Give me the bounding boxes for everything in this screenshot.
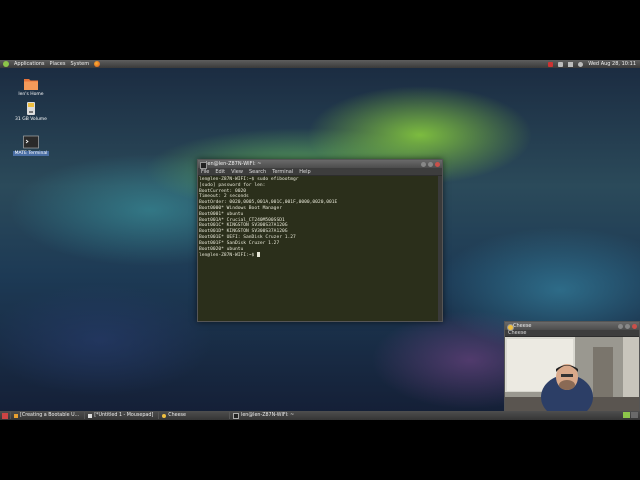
taskbar-item-mousepad[interactable]: [*Untitled 1 - Mousepad] (84, 412, 156, 419)
menu-edit[interactable]: Edit (215, 169, 225, 175)
taskbar-item-cheese[interactable]: Cheese (158, 412, 189, 419)
menu-view[interactable]: View (231, 169, 243, 175)
terminal-icon (23, 135, 39, 150)
panel-clock[interactable]: Wed Aug 28, 10:11 (588, 61, 636, 67)
close-button[interactable] (435, 161, 440, 167)
editor-icon (88, 413, 93, 418)
cheese-menu[interactable]: Cheese (505, 330, 639, 336)
workspace-switcher[interactable] (623, 412, 638, 418)
menu-search[interactable]: Search (249, 169, 266, 175)
terminal-output[interactable]: len@len-Z87N-WIFI:~$ sudo efibootmgr [su… (198, 176, 442, 321)
terminal-icon (233, 412, 240, 419)
bottom-panel: [Creating a Bootable U... [*Untitled 1 -… (0, 411, 640, 420)
show-desktop-icon[interactable] (2, 412, 8, 419)
menu-applications[interactable]: Applications (14, 60, 45, 68)
maximize-button[interactable] (625, 323, 630, 329)
workspace-2[interactable] (631, 412, 638, 418)
terminal-scrollbar[interactable] (438, 176, 442, 321)
menu-places[interactable]: Places (50, 60, 66, 68)
taskbar-item-terminal[interactable]: len@len-Z87N-WIFI: ~ (229, 412, 297, 419)
taskbar-item-label: Cheese (168, 413, 187, 418)
window-terminal-icon (200, 161, 207, 169)
record-indicator-icon[interactable] (548, 61, 554, 67)
home-folder-icon (23, 76, 39, 91)
text-cursor (257, 252, 261, 258)
desktop-icon-home[interactable]: len's Home (7, 76, 55, 97)
minimize-button[interactable] (421, 161, 426, 167)
menu-file[interactable]: File (201, 169, 209, 175)
taskbar-item-browser[interactable]: [Creating a Bootable U... (10, 412, 82, 419)
minimize-button[interactable] (618, 323, 623, 329)
taskbar-item-label: [Creating a Bootable U... (20, 413, 80, 418)
cheese-window[interactable]: Cheese Cheese (504, 321, 640, 418)
firefox-launcher-icon[interactable] (94, 61, 101, 67)
top-panel: Applications Places System Wed Aug 28, 1… (0, 60, 640, 68)
taskbar-item-label: [*Untitled 1 - Mousepad] (94, 413, 154, 418)
cheese-titlebar[interactable]: Cheese (505, 322, 639, 331)
webcam-preview (505, 337, 639, 417)
maximize-button[interactable] (428, 161, 433, 167)
desktop-icon-label: len's Home (18, 92, 44, 97)
mate-logo-icon (3, 61, 9, 67)
terminal-title: len@len-Z87N-WIFI: ~ (206, 161, 262, 167)
terminal-window[interactable]: len@len-Z87N-WIFI: ~ File Edit View Sear… (197, 159, 443, 322)
volume-icon[interactable] (578, 61, 584, 67)
menu-system[interactable]: System (70, 60, 89, 68)
video-letterbox-bottom (0, 420, 640, 480)
drive-icon (23, 101, 39, 116)
terminal-prompt: len@len-Z87N-WIFI:~$ (199, 253, 258, 259)
cheese-title: Cheese (513, 323, 532, 329)
menu-help[interactable]: Help (299, 169, 310, 175)
menu-terminal[interactable]: Terminal (272, 169, 293, 175)
close-button[interactable] (632, 323, 637, 329)
desktop-icon-label: MATE Terminal (12, 151, 50, 156)
cheese-app-icon (507, 323, 514, 331)
taskbar-item-label: len@len-Z87N-WIFI: ~ (241, 413, 295, 418)
cheese-icon (162, 413, 167, 418)
mail-icon[interactable] (558, 61, 564, 67)
browser-icon (14, 413, 18, 418)
desktop-icon-label: 31 GB Volume (15, 117, 47, 122)
workspace-1[interactable] (623, 412, 630, 418)
video-letterbox-top (0, 0, 640, 60)
desktop-icon-volume[interactable]: 31 GB Volume (7, 101, 55, 122)
terminal-menubar: File Edit View Search Terminal Help (198, 168, 442, 175)
terminal-titlebar[interactable]: len@len-Z87N-WIFI: ~ (198, 160, 442, 169)
desktop-icon-terminal[interactable]: MATE Terminal (7, 135, 55, 156)
network-icon[interactable] (568, 61, 574, 67)
terminal-prompt-line[interactable]: len@len-Z87N-WIFI:~$ (199, 252, 441, 259)
